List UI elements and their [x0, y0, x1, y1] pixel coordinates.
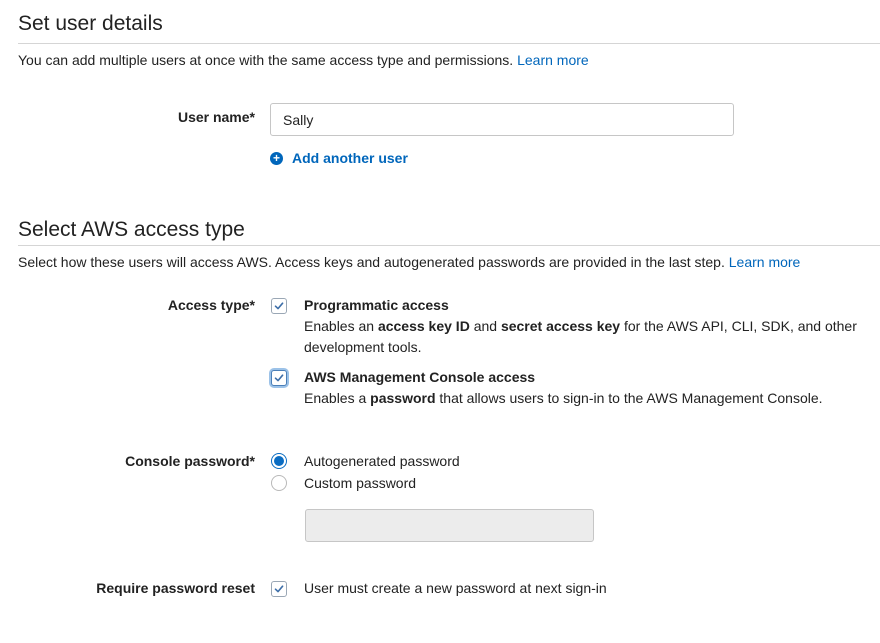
password-reset-checkbox-label: User must create a new password at next … [304, 580, 607, 596]
access-type-description-text: Select how these users will access AWS. … [18, 254, 725, 270]
access-type-description: Select how these users will access AWS. … [18, 254, 800, 270]
add-another-user-label: Add another user [292, 150, 408, 166]
checkmark-icon [274, 585, 284, 593]
console-password-label: Console password* [125, 453, 255, 469]
checkmark-icon [274, 374, 284, 382]
add-another-user-button[interactable]: + Add another user [270, 150, 408, 166]
console-access-title: AWS Management Console access [304, 369, 536, 385]
custom-password-input[interactable] [305, 509, 594, 542]
autogenerated-password-radio[interactable] [271, 453, 287, 469]
learn-more-link[interactable]: Learn more [517, 52, 589, 68]
checkmark-icon [274, 302, 284, 310]
programmatic-access-checkbox[interactable] [271, 298, 287, 314]
password-reset-checkbox[interactable] [271, 581, 287, 597]
desc-text: Enables an [304, 318, 378, 334]
desc-bold: password [370, 390, 436, 406]
user-details-description: You can add multiple users at once with … [18, 52, 589, 68]
desc-text: and [469, 318, 501, 334]
desc-bold: access key ID [377, 318, 470, 334]
username-label: User name* [177, 109, 255, 125]
custom-password-label: Custom password [304, 475, 417, 491]
programmatic-access-title: Programmatic access [304, 297, 449, 313]
plus-circle-icon: + [270, 151, 283, 165]
section-title-user-details: Set user details [18, 12, 163, 35]
desc-text: that allows users to sign-in to the AWS … [435, 390, 823, 406]
programmatic-access-description: Enables an access key ID and secret acce… [304, 316, 859, 358]
section-divider [18, 245, 880, 246]
desc-bold: secret access key [500, 318, 621, 334]
desc-text: Enables a [304, 390, 371, 406]
autogenerated-password-label: Autogenerated password [304, 453, 460, 469]
section-title-access-type: Select AWS access type [18, 218, 245, 241]
learn-more-link[interactable]: Learn more [729, 254, 801, 270]
console-access-checkbox[interactable] [271, 370, 287, 386]
radio-selected-dot [274, 456, 284, 466]
access-type-label: Access type* [167, 297, 255, 313]
user-details-description-text: You can add multiple users at once with … [18, 52, 514, 68]
console-access-description: Enables a password that allows users to … [304, 388, 864, 409]
custom-password-radio[interactable] [271, 475, 287, 491]
require-password-reset-label: Require password reset [96, 580, 255, 596]
section-divider [18, 43, 880, 44]
username-input[interactable] [270, 103, 734, 136]
